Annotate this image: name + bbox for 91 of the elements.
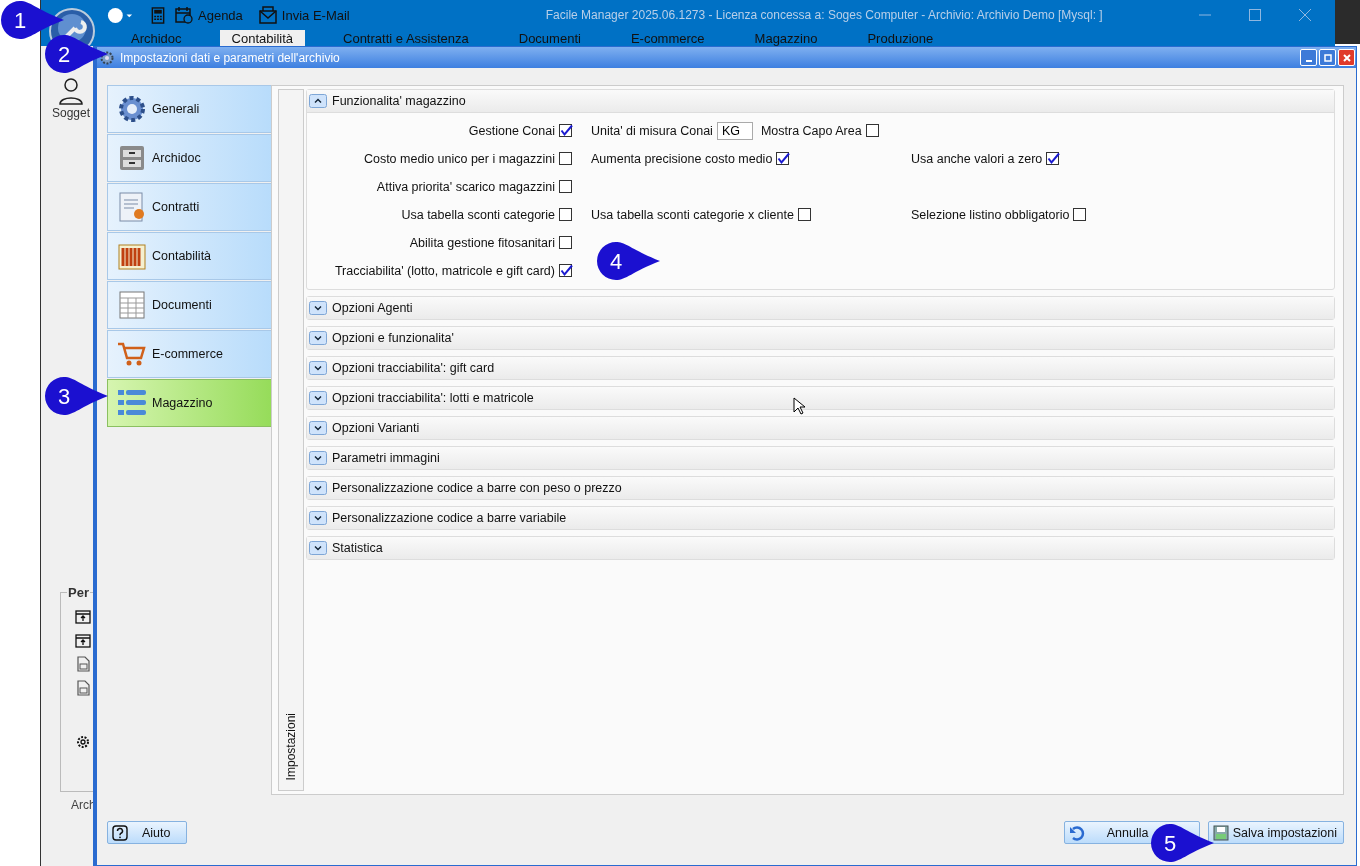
dialog-button[interactable]: Salva impostazioni	[1207, 821, 1344, 844]
section-title[interactable]: Personalizzazione codice a barre variabile	[332, 511, 567, 525]
document-icon[interactable]	[75, 656, 91, 672]
maximize-button[interactable]	[1319, 49, 1336, 66]
checkbox[interactable]	[559, 208, 575, 222]
callout-marker: 1	[0, 0, 66, 40]
checkbox[interactable]	[797, 208, 814, 222]
expand-icon[interactable]	[309, 481, 327, 495]
ribbon-label: Sogget	[51, 106, 90, 120]
minimize-icon	[1305, 59, 1312, 62]
folder-upload-icon[interactable]	[75, 608, 91, 624]
category-tab[interactable]: Generali	[107, 85, 271, 133]
calendar-icon	[175, 6, 193, 24]
checkbox[interactable]	[559, 124, 575, 138]
toolbar-button[interactable]: Agenda	[169, 6, 249, 24]
group-title: Per	[67, 585, 90, 600]
collapse-icon[interactable]	[309, 94, 327, 108]
expand-icon[interactable]	[309, 511, 327, 525]
input-field[interactable]: KG	[716, 122, 753, 140]
checkbox[interactable]	[559, 152, 575, 166]
callout-marker: 3	[44, 376, 110, 416]
undo-icon	[1068, 824, 1085, 841]
option-label: Usa tabella sconti categorie	[401, 208, 555, 222]
menu-tab[interactable]: Magazzino	[742, 30, 830, 46]
envelope-icon	[258, 6, 277, 24]
field-label: Unita' di misura Conai	[591, 124, 713, 138]
section-title[interactable]: Opzioni tracciabilita': lotti e matricole	[332, 391, 534, 405]
category-tab[interactable]: Magazzino	[107, 379, 271, 427]
expand-icon[interactable]	[309, 331, 327, 345]
option-label: Gestione Conai	[468, 124, 555, 138]
option-label: Aumenta precisione costo medio	[591, 152, 773, 166]
callout-marker: 2	[44, 34, 110, 74]
callout-marker: 5	[1150, 823, 1216, 863]
option-label: Mostra Capo Area	[760, 124, 862, 138]
toolbar-button[interactable]: Invia E-Mail	[252, 6, 356, 24]
document-icon[interactable]	[75, 680, 91, 696]
close-button[interactable]	[1338, 49, 1355, 66]
dialog-button[interactable]: Aiuto	[107, 821, 187, 844]
settings-icon[interactable]	[75, 734, 91, 750]
option-label: Usa tabella sconti categorie x cliente	[591, 208, 794, 222]
circle-dropdown-icon[interactable]	[107, 6, 133, 24]
expand-icon[interactable]	[309, 421, 327, 435]
option-label: Attiva priorita' scarico magazzini	[376, 180, 555, 194]
section-title[interactable]: Personalizzazione codice a barre con peso o prezzo	[332, 481, 622, 495]
checkbox[interactable]	[559, 180, 575, 194]
expand-icon[interactable]	[309, 451, 327, 465]
option-label: Costo medio unico per i magazzini	[363, 152, 555, 166]
people-icon[interactable]	[56, 76, 86, 106]
section-title[interactable]: Statistica	[332, 541, 383, 555]
category-tab[interactable]: Documenti	[107, 281, 271, 329]
save-icon	[1212, 824, 1229, 841]
dialog-title: Impostazioni dati e parametri dell'archivio	[120, 50, 340, 65]
section-title[interactable]: Funzionalita' magazzino	[332, 94, 466, 108]
expand-icon[interactable]	[309, 301, 327, 315]
menu-tab[interactable]: Archidoc	[119, 30, 194, 46]
maximize-icon	[1322, 52, 1333, 63]
window-title: Facile Manager 2025.06.1273 - Licenza concessa a: Soges Computer - Archivio: Archivio Demo [Mysql: ]	[545, 8, 1103, 22]
menu-tab[interactable]: Produzione	[855, 30, 946, 46]
category-tab[interactable]: Contratti	[107, 183, 271, 231]
menu-tab[interactable]: E-commerce	[618, 30, 717, 46]
option-label: Abilita gestione fitosanitari	[409, 236, 555, 250]
section-title[interactable]: Parametri immagini	[332, 451, 440, 465]
gear-icon	[116, 93, 148, 125]
expand-icon[interactable]	[309, 541, 327, 555]
expand-icon[interactable]	[309, 391, 327, 405]
section-title[interactable]: Opzioni Varianti	[332, 421, 420, 435]
vertical-tab[interactable]: Impostazioni	[284, 712, 298, 780]
folder-upload-icon[interactable]	[75, 632, 91, 648]
menu-tab[interactable]: Contratti e Assistenza	[331, 30, 481, 46]
calculator-icon[interactable]	[151, 6, 165, 24]
section-title[interactable]: Opzioni Agenti	[332, 301, 413, 315]
expand-icon[interactable]	[309, 361, 327, 375]
checkbox[interactable]	[559, 236, 575, 250]
category-tab[interactable]: E-commerce	[107, 330, 271, 378]
callout-marker: 4	[596, 241, 662, 281]
background-window	[1335, 0, 1360, 44]
menu-tab[interactable]: Contabilità	[219, 30, 305, 46]
checkbox[interactable]	[865, 124, 882, 138]
checkbox[interactable]	[559, 264, 575, 278]
section-title[interactable]: Opzioni tracciabilita': gift card	[332, 361, 495, 375]
minimize-button[interactable]	[1300, 49, 1317, 66]
category-tab[interactable]: Contabilità	[107, 232, 271, 280]
category-tab[interactable]: Archidoc	[107, 134, 271, 182]
section-title[interactable]: Opzioni e funzionalita'	[332, 331, 454, 345]
close-icon	[1341, 52, 1352, 63]
menu-tab[interactable]: Documenti	[506, 30, 593, 46]
spreadsheet-icon	[116, 289, 148, 321]
option-label: Usa anche valori a zero	[911, 152, 1043, 166]
option-label: Selezione listino obbligatorio	[911, 208, 1070, 222]
option-label: Tracciabilita' (lotto, matricole e gift card)	[334, 264, 555, 278]
help-icon	[112, 824, 128, 841]
